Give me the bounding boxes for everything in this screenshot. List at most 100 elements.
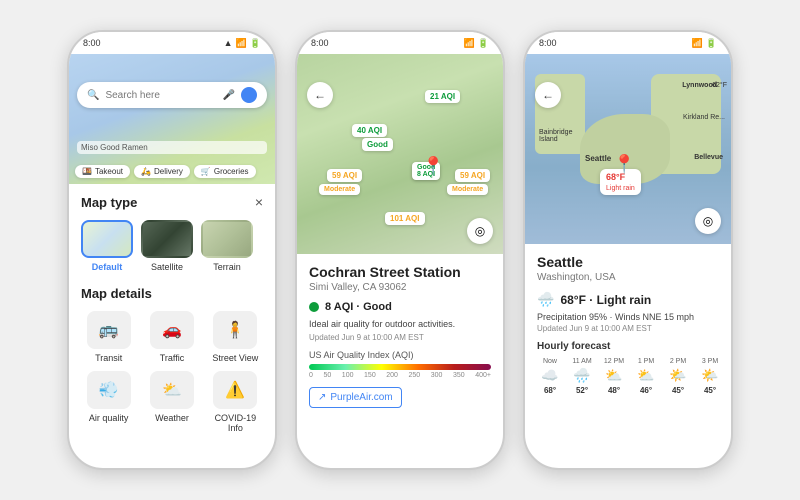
phone1-status-icons: ▲ 📶 🔋 [224,38,261,49]
city-name: Seattle [537,254,719,270]
aqi-updated: Updated Jun 9 at 10:00 AM EST [309,333,491,342]
aqi-badge-moderate1: Moderate [319,184,360,195]
kirkland-label: Kirkland Re... [683,114,725,121]
hourly-item-12pm: 12 PM ⛅ 48° [601,358,627,395]
hourly-item-now: Now ☁️ 68° [537,358,563,395]
map-label-default: Default [92,262,123,272]
traffic-icon: 🚗 [150,311,194,349]
phone2-info: Cochran Street Station Simi Valley, CA 9… [297,254,503,468]
street-view-label: Street View [212,353,258,363]
hourly-row: Now ☁️ 68° 11 AM 🌧️ 52° 12 PM ⛅ 48° 1 PM… [537,358,719,395]
delivery-icon: 🛵 [141,167,151,176]
phone2-status-bar: 8:00 📶 🔋 [297,32,503,54]
phone2-map: 21 AQI 40 AQI Good 59 AQI Good8 AQI 59 A… [297,54,503,254]
search-icon: 🔍 [87,90,99,101]
phone3-info: Seattle Washington, USA 🌧️ 68°F · Light … [525,244,731,468]
aqi-badge-101: 101 AQI [385,212,425,225]
transit-label: Transit [95,353,122,363]
transit-icon: 🚌 [87,311,131,349]
hourly-item-1pm: 1 PM ⛅ 46° [633,358,659,395]
search-placeholder: Search here [105,90,216,101]
phone3-status-icons: 📶 🔋 [692,38,717,49]
map-pin: 📍 [422,156,444,177]
city-sub: Washington, USA [537,272,719,283]
avatar [241,87,257,103]
aqi-bar-section: US Air Quality Index (AQI) 0 50 100 150 … [309,350,491,379]
map-label: Miso Good Ramen [77,141,267,154]
close-button[interactable]: × [255,194,263,210]
aqi-ideal: Ideal air quality for outdoor activities… [309,319,491,329]
phone1-map: 🔍 Search here 🎤 Miso Good Ramen 🍱 Takeou… [69,54,275,184]
map-type-header: Map type × [81,194,263,210]
purple-air-link[interactable]: ↗ PurpleAir.com [309,387,402,408]
mic-icon: 🎤 [223,90,235,101]
map-details-title: Map details [81,286,263,301]
map-type-title: Map type [81,195,137,210]
detail-weather[interactable]: ⛅ Weather [144,371,199,433]
aqi-badge-good1: Good [362,138,393,151]
map-label-terrain: Terrain [213,262,241,272]
rain-icon: 🌧️ [537,291,554,308]
detail-transit[interactable]: 🚌 Transit [81,311,136,363]
phone-1: 8:00 ▲ 📶 🔋 🔍 Search here 🎤 Miso Good Ram… [67,30,277,470]
aqi-row: 8 AQI · Good [309,301,491,313]
detail-covid[interactable]: ⚠️ COVID-19 Info [208,371,263,433]
covid-label: COVID-19 Info [208,413,263,433]
locate-button-3[interactable]: ◎ [695,208,721,234]
aqi-badge-moderate2: Moderate [447,184,488,195]
location-name: Cochran Street Station [309,264,491,280]
phone-2: 8:00 📶 🔋 21 AQI 40 AQI Good 59 AQI Good8… [295,30,505,470]
weather-row: 🌧️ 68°F · Light rain [537,291,719,308]
hourly-item-2pm: 2 PM 🌤️ 45° [665,358,691,395]
phone1-time: 8:00 [83,38,101,48]
map-type-options: Default Satellite Terrain [81,220,263,272]
aqi-bar [309,364,491,370]
locate-button[interactable]: ◎ [467,218,493,244]
map-option-terrain[interactable]: Terrain [201,220,253,272]
seattle-label: Seattle [585,154,611,163]
aqi-indicator [309,302,319,312]
map-option-satellite[interactable]: Satellite [141,220,193,272]
hourly-label: Hourly forecast [537,341,719,352]
back-button[interactable]: ← [307,82,333,108]
detail-air-quality[interactable]: 💨 Air quality [81,371,136,433]
back-button-3[interactable]: ← [535,82,561,108]
temp-label-62: 62°F [712,82,727,89]
phone3-map: Lynnwood 62°F Seattle Bellevue Kirkland … [525,54,731,244]
weather-precip: Precipitation 95% · Winds NNE 15 mph [537,312,719,322]
detail-street-view[interactable]: 🧍 Street View [208,311,263,363]
weather-temp: 68°F · Light rain [560,293,651,307]
phone2-time: 8:00 [311,38,329,48]
detail-traffic[interactable]: 🚗 Traffic [144,311,199,363]
external-link-icon: ↗ [318,392,326,403]
aqi-badge-21: 21 AQI [425,90,460,103]
air-quality-icon: 💨 [87,371,131,409]
weather-updated: Updated Jun 9 at 10:00 AM EST [537,324,719,333]
aqi-badge-59-2: 59 AQI [455,169,490,182]
phones-container: 8:00 ▲ 📶 🔋 🔍 Search here 🎤 Miso Good Ram… [47,10,753,490]
bainbridge-label: BainbridgeIsland [539,129,572,143]
groceries-chip[interactable]: 🛒 Groceries [194,165,256,178]
map-option-default[interactable]: Default [81,220,133,272]
phone3-time: 8:00 [539,38,557,48]
purple-air-label: PurpleAir.com [330,392,392,403]
groceries-icon: 🛒 [201,167,211,176]
weather-icon: ⛅ [150,371,194,409]
street-view-icon: 🧍 [213,311,257,349]
map-label-satellite: Satellite [151,262,183,272]
map-type-panel: Map type × Default Satellite Terrain Map… [69,184,275,468]
takeout-chip[interactable]: 🍱 Takeout [75,165,130,178]
phone-3: 8:00 📶 🔋 Lynnwood 62°F Seattle Bellevue … [523,30,733,470]
seattle-pin: 📍 [613,154,635,175]
air-quality-label: Air quality [89,413,129,423]
chip-row: 🍱 Takeout 🛵 Delivery 🛒 Groceries [75,165,256,178]
aqi-badge-40: 40 AQI [352,124,387,137]
map-search-bar[interactable]: 🔍 Search here 🎤 [77,82,267,108]
weather-label: Weather [155,413,189,423]
hourly-item-3pm: 3 PM 🌤️ 45° [697,358,719,395]
aqi-badge-59-1: 59 AQI [327,169,362,182]
aqi-bar-label: US Air Quality Index (AQI) [309,350,491,360]
phone2-status-icons: 📶 🔋 [464,38,489,49]
aqi-value: 8 AQI · Good [325,301,392,313]
delivery-chip[interactable]: 🛵 Delivery [134,165,190,178]
